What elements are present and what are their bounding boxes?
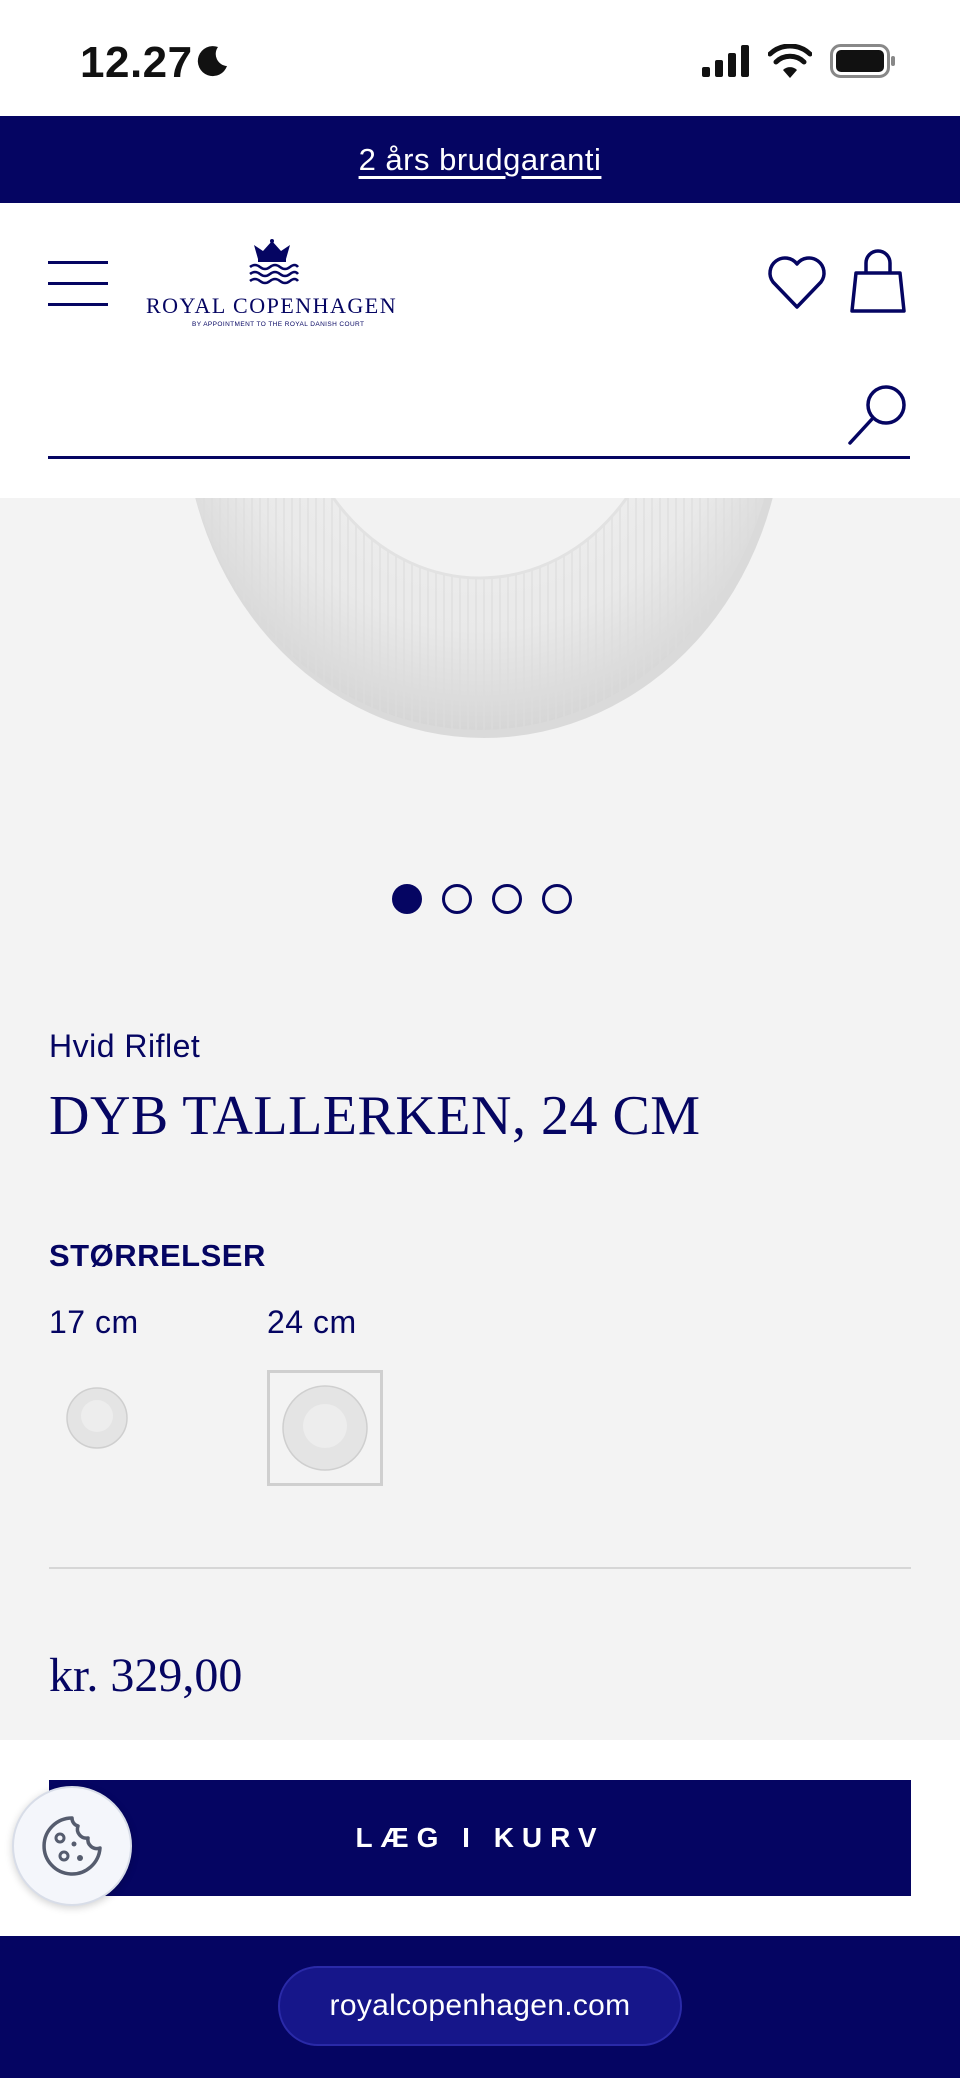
carousel-dot-1[interactable] bbox=[392, 884, 422, 914]
promo-banner: 2 års brudgaranti bbox=[0, 116, 960, 203]
size-option-17cm[interactable]: 17 cm bbox=[49, 1304, 189, 1474]
search-bar bbox=[48, 363, 910, 459]
carousel-dot-3[interactable] bbox=[492, 884, 522, 914]
product-collection[interactable]: Hvid Riflet bbox=[49, 1028, 200, 1065]
status-icons bbox=[702, 44, 896, 78]
signal-icon bbox=[702, 45, 749, 77]
logo-text: ROYAL COPENHAGEN bbox=[146, 293, 398, 318]
add-to-cart-button[interactable]: LÆG I KURV bbox=[49, 1780, 911, 1896]
cookie-settings-button[interactable] bbox=[12, 1786, 132, 1906]
browser-bottom-bar: royalcopenhagen.com bbox=[0, 1936, 960, 2078]
size-label: 24 cm bbox=[267, 1304, 357, 1340]
site-header: ROYAL COPENHAGEN BY APPOINTMENT TO THE R… bbox=[0, 203, 960, 498]
menu-button[interactable] bbox=[48, 261, 110, 307]
menu-icon-line bbox=[48, 282, 108, 285]
crown-icon bbox=[249, 239, 299, 285]
promo-link[interactable]: 2 års brudgaranti bbox=[359, 142, 602, 178]
logo-subtext: BY APPOINTMENT TO THE ROYAL DANISH COURT bbox=[192, 321, 365, 328]
menu-icon bbox=[48, 261, 108, 264]
size-thumbnail-selected bbox=[267, 1370, 383, 1486]
size-label: 17 cm bbox=[49, 1304, 139, 1340]
wifi-icon bbox=[768, 44, 812, 78]
add-to-cart-area: LÆG I KURV bbox=[0, 1740, 960, 1936]
carousel-dot-4[interactable] bbox=[542, 884, 572, 914]
divider bbox=[49, 1567, 911, 1569]
small-plate-icon bbox=[66, 1387, 128, 1449]
status-time: 12.27 bbox=[80, 38, 193, 87]
size-thumbnail bbox=[39, 1360, 155, 1476]
bag-icon[interactable] bbox=[848, 249, 908, 315]
cookie-icon bbox=[42, 1816, 102, 1876]
menu-icon-line bbox=[48, 303, 108, 306]
product-price: kr. 329,00 bbox=[49, 1649, 243, 1702]
search-icon[interactable] bbox=[846, 383, 910, 447]
product-title: DYB TALLERKEN, 24 CM bbox=[49, 1085, 701, 1147]
sizes-heading: STØRRELSER bbox=[49, 1238, 266, 1273]
url-field[interactable]: royalcopenhagen.com bbox=[278, 1966, 682, 2046]
search-input[interactable] bbox=[48, 383, 828, 443]
product-image[interactable] bbox=[160, 498, 800, 738]
carousel-dot-2[interactable] bbox=[442, 884, 472, 914]
status-bar: 12.27 bbox=[0, 0, 960, 116]
heart-icon[interactable] bbox=[765, 251, 829, 313]
moon-icon bbox=[197, 46, 227, 77]
carousel-dots bbox=[392, 884, 572, 914]
large-plate-icon bbox=[282, 1385, 368, 1471]
logo[interactable]: ROYAL COPENHAGEN BY APPOINTMENT TO THE R… bbox=[144, 239, 414, 329]
size-option-24cm[interactable]: 24 cm bbox=[267, 1304, 427, 1486]
battery-icon bbox=[830, 44, 895, 78]
product-section: Hvid Riflet DYB TALLERKEN, 24 CM STØRREL… bbox=[0, 498, 960, 1740]
